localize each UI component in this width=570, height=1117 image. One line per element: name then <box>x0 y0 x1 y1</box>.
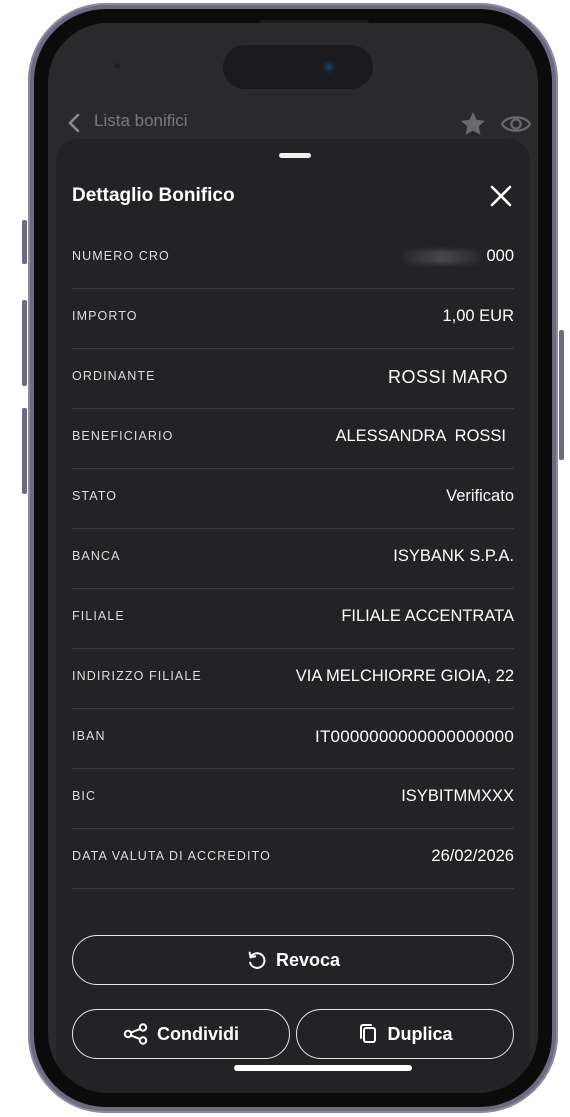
row-value: ISYBITMMXXX <box>401 787 514 805</box>
condividi-button-label: Condividi <box>157 1023 239 1044</box>
phone-bezel: Lista bonifici Dettaglio Bonifico NUMERO… <box>34 9 552 1107</box>
row-value: VIA MELCHIORRE GIOIA, 22 <box>295 667 514 685</box>
detail-row-numero-cro: NUMERO CRO 000 <box>72 229 514 289</box>
row-value: 26/02/2026 <box>431 847 514 865</box>
eye-icon[interactable] <box>500 111 532 137</box>
row-value: FILIALE ACCENTRATA <box>341 607 514 625</box>
detail-row-bic: BIC ISYBITMMXXX <box>72 769 514 829</box>
transfer-detail-sheet: Dettaglio Bonifico NUMERO CRO 000 IMPORT… <box>56 139 530 1093</box>
duplica-button-label: Duplica <box>387 1023 453 1044</box>
row-label: ORDINANTE <box>72 369 156 383</box>
share-icon <box>123 1023 148 1045</box>
dynamic-island <box>223 45 373 89</box>
revoca-button[interactable]: Revoca <box>72 935 514 985</box>
row-value: ISYBANK S.P.A. <box>393 547 514 565</box>
redacted-mask <box>402 249 483 264</box>
side-button-volume-down <box>22 408 27 494</box>
row-label: DATA VALUTA DI ACCREDITO <box>72 849 271 863</box>
revoca-button-label: Revoca <box>275 949 341 970</box>
home-indicator[interactable] <box>234 1065 412 1071</box>
side-button-silent <box>22 220 27 264</box>
row-label: INDIRIZZO FILIALE <box>72 669 202 683</box>
sheet-drag-handle[interactable] <box>279 153 311 158</box>
detail-row-indirizzo-filiale: INDIRIZZO FILIALE VIA MELCHIORRE GIOIA, … <box>72 649 514 709</box>
side-button-volume-up <box>22 300 27 386</box>
row-label: BENEFICIARIO <box>72 429 174 443</box>
row-value: ALESSANDRA ROSSI <box>335 427 506 445</box>
star-icon[interactable] <box>458 109 488 139</box>
row-label: NUMERO CRO <box>72 249 170 263</box>
row-label: STATO <box>72 489 118 503</box>
row-value: ROSSI MARO <box>387 367 508 387</box>
front-camera-icon <box>323 61 335 73</box>
chevron-left-icon[interactable] <box>66 113 84 133</box>
row-value-text: 000 <box>486 247 514 265</box>
detail-row-filiale: FILIALE FILIALE ACCENTRATA <box>72 589 514 649</box>
sheet-title: Dettaglio Bonifico <box>72 185 235 206</box>
detail-list: NUMERO CRO 000 IMPORTO 1,00 EUR ORDINANT… <box>72 229 514 889</box>
top-navigation-bar: Lista bonifici <box>48 103 538 143</box>
row-value: 000 <box>402 247 514 266</box>
detail-row-banca: BANCA ISYBANK S.P.A. <box>72 529 514 589</box>
duplica-button[interactable]: Duplica <box>296 1009 514 1059</box>
row-value: 1,00 EUR <box>442 307 514 325</box>
detail-row-beneficiario: BENEFICIARIO ALESSANDRA ROSSI <box>72 409 514 469</box>
rotate-ccw-icon <box>248 951 266 969</box>
row-value: IT0000000000000000000 <box>315 727 514 746</box>
copy-icon <box>360 1024 377 1043</box>
detail-row-stato: STATO Verificato <box>72 469 514 529</box>
camera-dot <box>114 63 120 69</box>
detail-row-iban: IBAN IT0000000000000000000 <box>72 709 514 769</box>
row-label: BIC <box>72 789 97 803</box>
detail-row-data-valuta: DATA VALUTA DI ACCREDITO 26/02/2026 <box>72 829 514 889</box>
side-button-power <box>559 330 564 460</box>
row-label: BANCA <box>72 549 121 563</box>
row-label: FILIALE <box>72 609 125 623</box>
close-icon[interactable] <box>488 183 514 209</box>
row-label: IMPORTO <box>72 309 138 323</box>
condividi-button[interactable]: Condividi <box>72 1009 290 1059</box>
row-value: Verificato <box>446 487 514 505</box>
detail-row-importo: IMPORTO 1,00 EUR <box>72 289 514 349</box>
row-label: IBAN <box>72 729 106 743</box>
phone-frame: Lista bonifici Dettaglio Bonifico NUMERO… <box>28 3 558 1113</box>
back-link-label[interactable]: Lista bonifici <box>94 111 188 131</box>
detail-row-ordinante: ORDINANTE ROSSI MARO <box>72 349 514 409</box>
screen: Lista bonifici Dettaglio Bonifico NUMERO… <box>48 23 538 1093</box>
